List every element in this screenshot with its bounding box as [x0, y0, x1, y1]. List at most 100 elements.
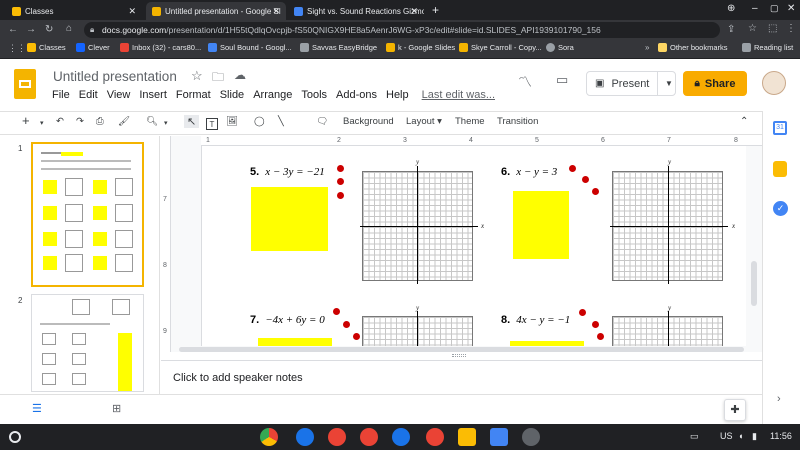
reading-list[interactable]: Reading list	[742, 43, 793, 52]
slide-thumbnail-2[interactable]	[31, 294, 144, 392]
locale-indicator[interactable]: US	[720, 431, 733, 441]
more-menu-icon[interactable]: ⋮	[786, 23, 796, 34]
activity-trend-icon[interactable]: 〽	[518, 72, 532, 92]
filmstrip-view-icon[interactable]: ☰	[32, 402, 42, 415]
forward-arrow-icon[interactable]: →	[26, 24, 36, 35]
share-button[interactable]: 🔒︎ Share	[683, 71, 747, 96]
red-dot[interactable]	[337, 178, 344, 185]
answer-highlight-box[interactable]	[251, 187, 328, 251]
app-icon[interactable]	[328, 428, 346, 446]
red-dot[interactable]	[582, 176, 589, 183]
red-dot[interactable]	[569, 165, 576, 172]
answer-highlight-box[interactable]	[258, 338, 332, 346]
undo-icon[interactable]: ↶	[56, 116, 64, 127]
keep-icon[interactable]	[773, 161, 787, 177]
answer-highlight-box[interactable]	[510, 341, 584, 346]
tasks-icon[interactable]: ✓	[773, 201, 788, 216]
maximize-icon[interactable]: ▢	[770, 3, 779, 14]
bookmark-inbox[interactable]: Inbox (32) - cars80...	[120, 43, 201, 52]
slide-thumbnail-1[interactable]	[31, 142, 144, 287]
red-dot[interactable]	[592, 188, 599, 195]
menu-format[interactable]: Format	[176, 89, 211, 101]
slides-app-icon[interactable]	[458, 428, 476, 446]
settings-icon[interactable]	[522, 428, 540, 446]
close-icon[interactable]: ✕	[410, 6, 418, 17]
present-button[interactable]: ▣ Present ▼	[586, 71, 676, 96]
line-icon[interactable]: ╲	[278, 116, 284, 127]
close-icon[interactable]: ✕	[128, 6, 136, 17]
paint-format-icon[interactable]: 🖌︎	[118, 116, 130, 127]
minimize-icon[interactable]: –	[752, 3, 758, 14]
menu-view[interactable]: View	[107, 89, 131, 101]
move-folder-icon[interactable]: 🗀︎	[212, 68, 224, 89]
star-icon[interactable]: ☆	[191, 68, 203, 84]
shape-icon[interactable]: ◯	[254, 116, 265, 127]
app-icon[interactable]	[360, 428, 378, 446]
launcher-icon[interactable]	[9, 431, 21, 443]
image-icon[interactable]: 🖼︎	[226, 116, 238, 127]
wifi-icon[interactable]: ◖	[738, 431, 743, 441]
speaker-notes[interactable]: Click to add speaker notes	[161, 360, 762, 394]
bookmark-soul-bound[interactable]: Soul Bound - Googl...	[208, 43, 292, 52]
red-dot[interactable]	[337, 192, 344, 199]
chrome-icon[interactable]	[260, 428, 278, 446]
menu-help[interactable]: Help	[386, 89, 409, 101]
bookmark-savvas[interactable]: Savvas EasyBridge	[300, 43, 377, 52]
layout-button[interactable]: Layout ▾	[406, 116, 442, 127]
extensions-icon[interactable]: ⬚	[768, 23, 777, 34]
tab-classes[interactable]: Classes ✕	[6, 2, 142, 20]
menu-addons[interactable]: Add-ons	[336, 89, 377, 101]
menu-insert[interactable]: Insert	[139, 89, 167, 101]
red-dot[interactable]	[343, 321, 350, 328]
select-cursor-icon[interactable]: ↖	[184, 115, 200, 128]
menu-edit[interactable]: Edit	[79, 89, 98, 101]
theme-button[interactable]: Theme	[455, 116, 485, 127]
close-icon[interactable]: ✕	[272, 6, 280, 17]
menu-slide[interactable]: Slide	[220, 89, 244, 101]
bookmark-classes[interactable]: Classes	[27, 43, 66, 52]
share-page-icon[interactable]: ⇪	[727, 24, 735, 35]
slides-logo-icon[interactable]	[14, 69, 36, 99]
calendar-icon[interactable]: 31	[773, 121, 787, 135]
resize-handle[interactable]	[452, 354, 466, 357]
battery-icon[interactable]: ▮	[752, 431, 757, 442]
chevron-down-icon[interactable]: ▾	[164, 119, 168, 127]
presentation-title[interactable]: Untitled presentation	[53, 69, 177, 84]
transition-button[interactable]: Transition	[497, 116, 538, 127]
add-circle-icon[interactable]: ⊕	[727, 3, 735, 14]
chevron-right-icon[interactable]: ›	[777, 393, 781, 405]
add-comment-icon[interactable]: 🗨︎	[316, 116, 328, 127]
bookmark-other[interactable]: Other bookmarks	[658, 43, 728, 52]
red-dot[interactable]	[333, 308, 340, 315]
docs-app-icon[interactable]	[490, 428, 508, 446]
tab-untitled-presentation[interactable]: Untitled presentation - Google Sl ✕	[146, 2, 286, 20]
screen-capture-icon[interactable]: ▭	[690, 431, 699, 442]
text-box-icon[interactable]: T	[206, 118, 218, 130]
clock[interactable]: 11:56	[770, 431, 792, 441]
print-icon[interactable]: ⎙	[96, 116, 104, 127]
redo-icon[interactable]: ↷	[76, 116, 84, 127]
apps-grid-icon[interactable]: ⋮⋮	[8, 43, 26, 54]
reload-icon[interactable]: ↻	[45, 24, 53, 35]
new-tab-button[interactable]: +	[432, 3, 439, 17]
avatar[interactable]	[762, 71, 786, 95]
last-edit-link[interactable]: Last edit was...	[422, 89, 495, 101]
comments-icon[interactable]: ▭	[556, 72, 568, 88]
bookmark-k-slides[interactable]: k - Google Slides	[386, 43, 455, 52]
zoom-icon[interactable]: 🔍︎	[146, 116, 158, 127]
chevron-down-icon[interactable]: ▾	[40, 119, 44, 127]
app-icon[interactable]	[296, 428, 314, 446]
new-slide-icon[interactable]: +	[22, 113, 30, 128]
menu-file[interactable]: File	[52, 89, 70, 101]
close-window-icon[interactable]: ✕	[787, 3, 795, 14]
horizontal-scrollbar[interactable]	[179, 347, 744, 352]
red-dot[interactable]	[353, 333, 360, 340]
explore-button[interactable]: ✚	[724, 399, 746, 421]
slide-canvas[interactable]: 5. x − 3y = −21 y x 6. x − y = 3 y x 7. −4x…	[201, 146, 746, 346]
back-arrow-icon[interactable]: ←	[8, 24, 18, 35]
chevron-up-icon[interactable]: ⌃	[740, 116, 748, 127]
background-button[interactable]: Background	[343, 116, 394, 127]
red-dot[interactable]	[597, 333, 604, 340]
menu-tools[interactable]: Tools	[301, 89, 327, 101]
answer-highlight-box[interactable]	[513, 191, 569, 259]
